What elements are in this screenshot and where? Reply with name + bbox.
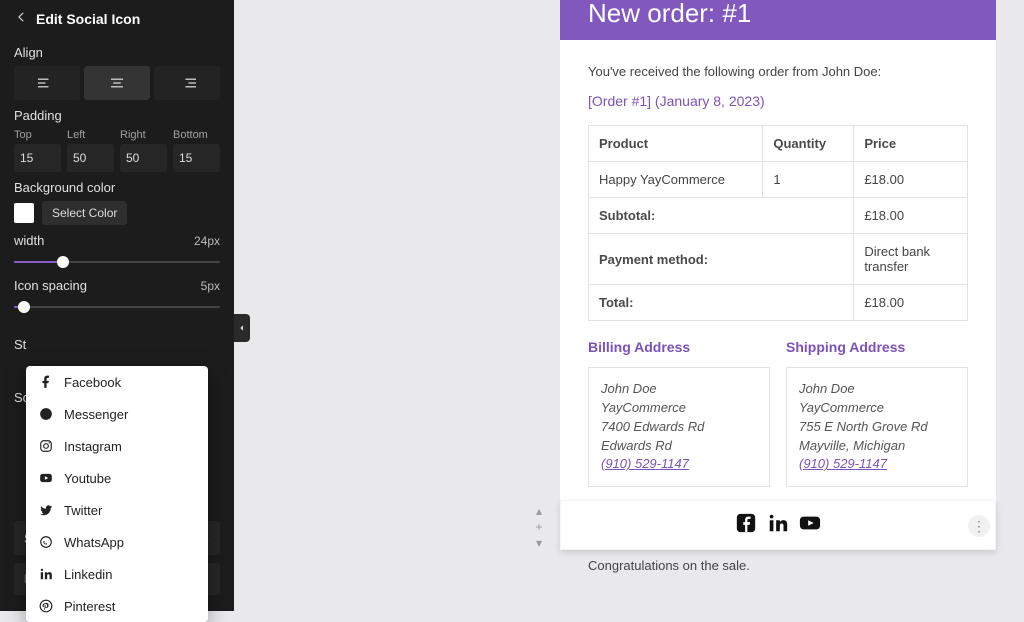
pad-left-label: Left — [67, 129, 114, 141]
subtotal-value: £18.00 — [854, 198, 968, 234]
linkedin-icon — [38, 566, 54, 582]
shipping-phone[interactable]: (910) 529-1147 — [799, 456, 887, 471]
td-product: Happy YayCommerce — [589, 162, 763, 198]
pinterest-icon — [38, 598, 54, 614]
linkedin-icon — [767, 512, 789, 539]
add-block-button[interactable]: + — [530, 520, 548, 534]
youtube-icon — [799, 512, 821, 539]
align-label: Align — [14, 45, 220, 60]
align-right-button[interactable] — [154, 66, 220, 100]
total-value: £18.00 — [854, 285, 968, 321]
twitter-icon — [38, 502, 54, 518]
bgcolor-swatch[interactable] — [14, 203, 34, 223]
subtotal-label: Subtotal: — [589, 198, 854, 234]
dropdown-item-youtube[interactable]: Youtube — [26, 462, 208, 494]
th-product: Product — [589, 126, 763, 162]
billing-title: Billing Address — [588, 339, 770, 355]
move-down-button[interactable]: ▾ — [530, 536, 548, 550]
pad-top-input[interactable] — [14, 144, 61, 172]
width-label: width — [14, 233, 44, 248]
email-hero: New order: #1 — [560, 0, 996, 40]
width-value: 24px — [194, 234, 220, 248]
payment-value: Direct bank transfer — [854, 234, 968, 285]
dropdown-item-messenger[interactable]: Messenger — [26, 398, 208, 430]
move-up-button[interactable]: ▴ — [530, 504, 548, 518]
td-qty: 1 — [763, 162, 854, 198]
pad-bottom-input[interactable] — [173, 144, 220, 172]
social-dropdown-menu: Facebook Messenger Instagram Youtube Twi… — [26, 366, 208, 622]
order-table: Product Quantity Price Happy YayCommerce… — [588, 125, 968, 321]
pad-top-label: Top — [14, 129, 61, 141]
panel-title: Edit Social Icon — [36, 11, 140, 27]
padding-label: Padding — [14, 108, 220, 123]
instagram-icon — [38, 438, 54, 454]
back-icon[interactable] — [14, 10, 28, 27]
shipping-title: Shipping Address — [786, 339, 968, 355]
whatsapp-icon — [38, 534, 54, 550]
block-tools: ▴ + ▾ — [528, 504, 550, 550]
dropdown-item-twitter[interactable]: Twitter — [26, 494, 208, 526]
spacing-slider[interactable] — [14, 299, 220, 315]
bgcolor-button[interactable]: Select Color — [42, 201, 127, 225]
dropdown-item-facebook[interactable]: Facebook — [26, 366, 208, 398]
pad-bottom-label: Bottom — [173, 129, 220, 141]
th-price: Price — [854, 126, 968, 162]
align-left-button[interactable] — [14, 66, 80, 100]
spacing-value: 5px — [201, 279, 220, 293]
dropdown-item-pinterest[interactable]: Pinterest — [26, 590, 208, 622]
width-slider[interactable] — [14, 254, 220, 270]
congrats-text: Congratulations on the sale. — [588, 558, 750, 573]
facebook-icon — [735, 512, 757, 539]
pad-left-input[interactable] — [67, 144, 114, 172]
youtube-icon — [38, 470, 54, 486]
billing-phone[interactable]: (910) 529-1147 — [601, 456, 689, 471]
spacing-label: Icon spacing — [14, 278, 87, 293]
td-price: £18.00 — [854, 162, 968, 198]
total-label: Total: — [589, 285, 854, 321]
messenger-icon — [38, 406, 54, 422]
payment-label: Payment method: — [589, 234, 854, 285]
th-quantity: Quantity — [763, 126, 854, 162]
style-label-clipped: St — [14, 337, 220, 352]
email-preview: New order: #1 You've received the follow… — [560, 0, 996, 503]
pad-right-input[interactable] — [120, 144, 167, 172]
align-center-button[interactable] — [84, 66, 150, 100]
pad-right-label: Right — [120, 129, 167, 141]
bgcolor-label: Background color — [14, 180, 220, 195]
email-hero-title: New order: #1 — [588, 0, 751, 26]
billing-address: John Doe YayCommerce 7400 Edwards Rd Edw… — [588, 367, 770, 487]
order-link[interactable]: [Order #1] (January 8, 2023) — [588, 93, 968, 109]
dropdown-item-whatsapp[interactable]: WhatsApp — [26, 526, 208, 558]
block-more-button[interactable]: ⋮ — [968, 515, 990, 537]
dropdown-item-linkedin[interactable]: Linkedin — [26, 558, 208, 590]
shipping-address: John Doe YayCommerce 755 E North Grove R… — [786, 367, 968, 487]
email-intro: You've received the following order from… — [588, 64, 968, 79]
dropdown-item-instagram[interactable]: Instagram — [26, 430, 208, 462]
facebook-icon — [38, 374, 54, 390]
collapse-sidebar-button[interactable] — [234, 314, 250, 342]
social-icons-block[interactable] — [560, 500, 996, 550]
panel-header: Edit Social Icon — [0, 0, 234, 37]
